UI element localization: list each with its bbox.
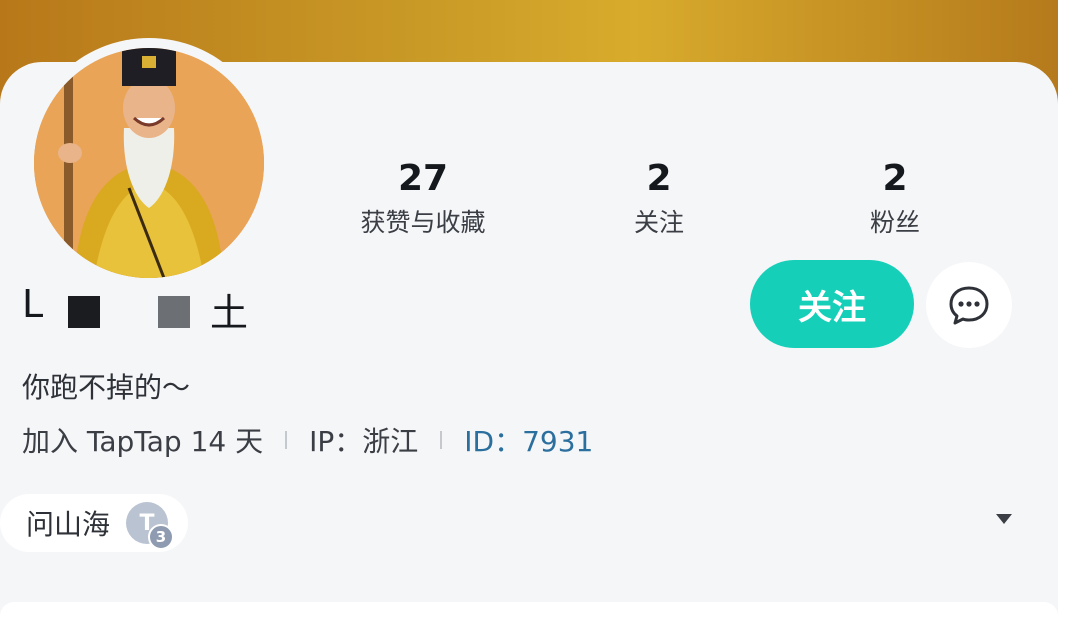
caret-down-icon[interactable]	[996, 514, 1012, 524]
message-button[interactable]	[926, 262, 1012, 348]
right-edge	[1058, 0, 1080, 607]
avatar-image	[34, 48, 264, 278]
avatar[interactable]	[34, 48, 264, 278]
name-redaction-block	[68, 296, 100, 328]
game-tag-label: 问山海	[26, 508, 111, 541]
stat-likes[interactable]: 27 获赞与收藏	[323, 157, 523, 239]
profile-meta: 加入 TapTap 14 天 IP：浙江 ID：7931	[22, 420, 593, 460]
stat-followers[interactable]: 2 粉丝	[795, 157, 995, 239]
name-first-char: L	[22, 282, 44, 326]
game-tag[interactable]: 问山海 T 3	[0, 494, 188, 552]
follow-button[interactable]: 关注	[750, 260, 914, 348]
stat-following[interactable]: 2 关注	[559, 157, 759, 239]
ip-location: IP：浙江	[309, 425, 419, 458]
meta-divider	[440, 431, 443, 449]
profile-bio: 你跑不掉的～	[22, 371, 191, 404]
user-id[interactable]: ID：7931	[464, 420, 593, 460]
meta-divider	[285, 431, 288, 449]
stat-followers-label: 粉丝	[869, 208, 920, 237]
level-badge-icon: T 3	[126, 502, 175, 550]
stat-followers-value: 2	[882, 158, 908, 199]
joined-duration: 加入 TapTap 14 天	[22, 425, 264, 458]
stat-following-value: 2	[646, 158, 672, 199]
name-redaction-block	[158, 296, 190, 328]
stat-likes-value: 27	[397, 158, 449, 199]
stat-likes-label: 获赞与收藏	[360, 208, 486, 237]
level-badge-number: 3	[148, 524, 175, 550]
stat-following-label: 关注	[633, 208, 684, 237]
name-last-char: 土	[210, 291, 249, 335]
chat-bubble-dots-icon	[949, 286, 989, 325]
